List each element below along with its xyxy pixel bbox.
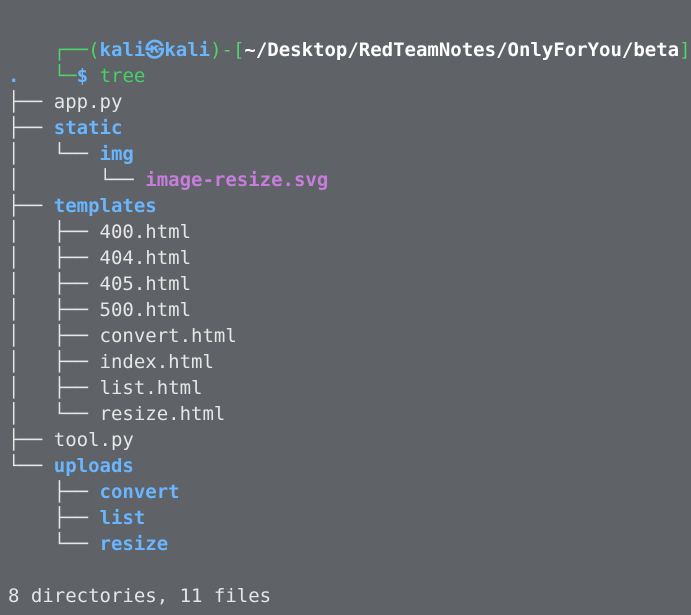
tree-line: │ └── resize.html <box>8 401 691 427</box>
prompt-middle: )-[ <box>210 39 245 61</box>
tree-line: │ ├── 404.html <box>8 245 691 271</box>
tree-branch: │ ├── <box>8 221 100 243</box>
terminal-window[interactable]: ┌──(kali㉿kali)-[~/Desktop/RedTeamNotes/O… <box>0 0 691 615</box>
tree-branch: │ ├── <box>8 351 100 373</box>
tree-branch: ├── <box>8 429 54 451</box>
tree-branch: ├── <box>8 481 100 503</box>
file-name: app.py <box>53 91 123 113</box>
file-name: 405.html <box>99 273 192 295</box>
tree-branch: ├── <box>8 507 100 529</box>
tree-branch: ├── <box>8 117 54 139</box>
file-name: 404.html <box>99 247 192 269</box>
tree-line: ├── templates <box>8 193 691 219</box>
prompt-host: kali <box>164 39 211 61</box>
prompt-second-prefix: └─ <box>53 65 77 87</box>
tree-line: ├── tool.py <box>8 427 691 453</box>
tree-line: │ ├── 405.html <box>8 271 691 297</box>
tree-line: │ ├── index.html <box>8 349 691 375</box>
tree-branch: │ ├── <box>8 273 100 295</box>
file-name: tool.py <box>53 429 134 451</box>
tree-line: │ ├── list.html <box>8 375 691 401</box>
directory-name: resize <box>99 533 169 555</box>
tree-line: ├── static <box>8 115 691 141</box>
prompt-dollar: $ <box>76 65 89 87</box>
directory-name: list <box>99 507 146 529</box>
directory-name: uploads <box>53 455 134 477</box>
tree-branch: │ └── <box>8 169 146 191</box>
prompt-prefix: ┌──( <box>53 39 100 61</box>
tree-output: ├── app.py ├── static │ └── img │ └── image… <box>8 89 691 557</box>
directory-name: static <box>53 117 123 139</box>
file-name: list.html <box>99 377 203 399</box>
tree-line: ├── convert <box>8 479 691 505</box>
tree-branch: ├── <box>8 91 54 113</box>
tree-branch: │ ├── <box>8 325 100 347</box>
tree-line: │ └── img <box>8 141 691 167</box>
file-name: convert.html <box>99 325 237 347</box>
prompt-suffix: ] <box>679 39 691 61</box>
file-name: 400.html <box>99 221 192 243</box>
file-name: resize.html <box>99 403 226 425</box>
tree-line: │ ├── 400.html <box>8 219 691 245</box>
directory-name: img <box>99 143 134 165</box>
tree-line: ├── app.py <box>8 89 691 115</box>
prompt-path: ~/Desktop/RedTeamNotes/OnlyForYou/beta <box>244 39 680 61</box>
directory-name: convert <box>99 481 180 503</box>
tree-summary: 8 directories, 11 files <box>8 585 272 607</box>
tree-line: │ ├── 500.html <box>8 297 691 323</box>
file-name: index.html <box>99 351 214 373</box>
tree-branch: │ └── <box>8 403 100 425</box>
tree-line: │ ├── convert.html <box>8 323 691 349</box>
output-spacer <box>8 557 691 583</box>
tree-branch: │ ├── <box>8 377 100 399</box>
tree-line: │ └── image-resize.svg <box>8 167 691 193</box>
tree-branch: │ ├── <box>8 299 100 321</box>
tree-branch: └── <box>8 533 100 555</box>
tree-line: └── uploads <box>8 453 691 479</box>
file-name: 500.html <box>99 299 192 321</box>
tree-branch: └── <box>8 455 54 477</box>
media-file-name: image-resize.svg <box>145 169 329 191</box>
tree-branch: ├── <box>8 195 54 217</box>
tree-line: ├── list <box>8 505 691 531</box>
tree-branch: │ └── <box>8 143 100 165</box>
tree-line: └── resize <box>8 531 691 557</box>
prompt-user: kali <box>99 39 146 61</box>
prompt-at-symbol: ㉿ <box>145 39 165 61</box>
prompt-line-1: ┌──(kali㉿kali)-[~/Desktop/RedTeamNotes/O… <box>8 11 691 61</box>
directory-name: templates <box>53 195 157 217</box>
terminal-command[interactable]: tree <box>100 65 146 87</box>
tree-branch: │ ├── <box>8 247 100 269</box>
